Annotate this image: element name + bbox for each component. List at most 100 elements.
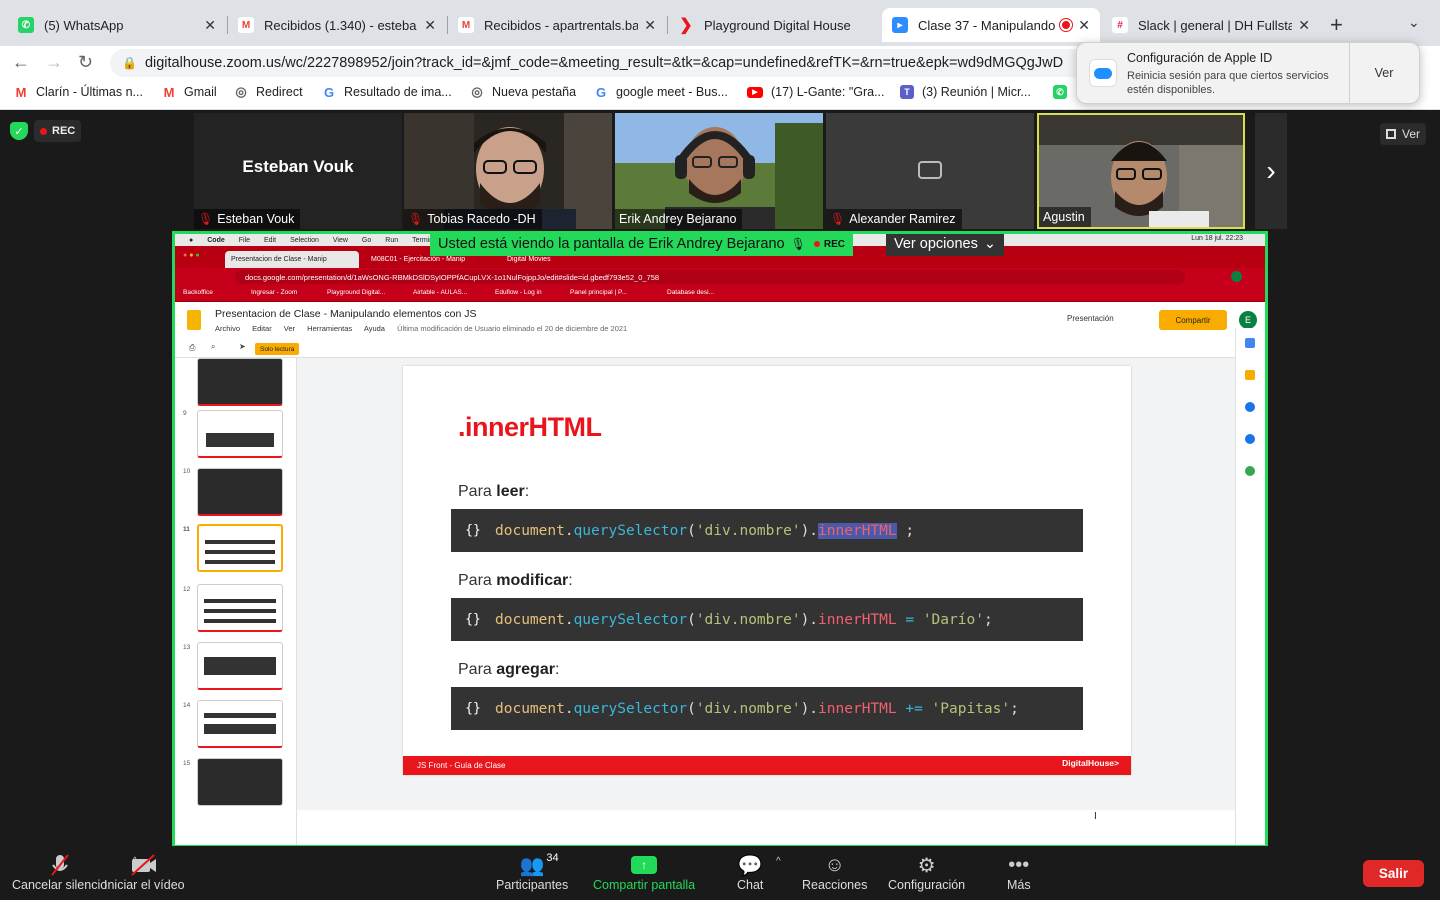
inner-bookmark: Panel principal | P...	[570, 289, 627, 296]
unmute-button[interactable]: ^ Cancelar silencio	[12, 852, 137, 892]
mic-muted-icon: 🎙	[408, 212, 424, 226]
new-tab-icon[interactable]: +	[1330, 12, 1343, 38]
participant-name-label: 🎙 Tobias Racedo -DH	[404, 209, 542, 229]
video-tile-esteban[interactable]: Esteban Vouk 🎙 Esteban Vouk	[194, 113, 402, 229]
participant-name: Alexander Ramirez	[849, 212, 956, 226]
view-options-button[interactable]: Ver opciones ⌄	[886, 234, 1004, 256]
slide-thumbnail	[197, 584, 283, 632]
forward-icon[interactable]: →	[45, 52, 63, 73]
code-token: (	[687, 522, 696, 539]
notification-view-button[interactable]: Ver	[1349, 43, 1419, 103]
tab-gmail-2[interactable]: M Recibidos - apartrentals.ba ✕	[448, 8, 666, 42]
code-brace-icon: {}	[465, 523, 481, 538]
view-options-label: Ver opciones	[894, 236, 978, 252]
banner-rec-badge: REC	[813, 239, 845, 250]
bookmark-gmail[interactable]: M Gmail	[162, 85, 217, 100]
mac-menu-item: Code	[207, 236, 225, 244]
mac-clock: Lun 18 jul. 22:23	[1191, 235, 1243, 242]
bookmark-new-tab[interactable]: ◎ Nueva pestaña	[470, 84, 577, 99]
slides-toolbar: ⎙ ⌕ ➤ Solo lectura	[175, 340, 1235, 358]
security-shield-icon[interactable]: ✓	[10, 122, 28, 140]
tab-slack[interactable]: # Slack | general | DH Fullsta ✕	[1102, 8, 1320, 42]
back-icon[interactable]: ←	[12, 52, 30, 73]
gmail-icon: M	[15, 84, 27, 100]
slide-number: 9	[183, 410, 187, 417]
google-icon: G	[323, 84, 335, 100]
slides-header: Presentacion de Clase - Manipulando elem…	[175, 302, 1265, 340]
share-screen-button[interactable]: ↑ Compartir pantalla	[593, 852, 695, 892]
footer-label: JS Front - Guía de Clase	[417, 761, 506, 770]
slide-thumbnail	[197, 358, 283, 406]
view-label: Ver	[1402, 127, 1421, 141]
slide-number: 10	[183, 468, 191, 475]
close-icon[interactable]: ✕	[424, 17, 436, 34]
tab-gmail-1[interactable]: M Recibidos (1.340) - esteba ✕	[228, 8, 446, 42]
leave-button[interactable]: Salir	[1363, 860, 1424, 887]
tab-playground[interactable]: ❯ Playground Digital House	[668, 8, 880, 42]
slide-thumbnail	[197, 700, 283, 748]
more-button[interactable]: ••• Más	[1007, 852, 1031, 893]
code-token: ).	[800, 522, 819, 539]
slide-thumbnail-selected	[197, 524, 283, 572]
start-video-button[interactable]: Iniciar el vídeo	[104, 852, 185, 892]
video-tile-tobias[interactable]: 🎙 Tobias Racedo -DH	[404, 113, 612, 229]
slide-thumbnail	[197, 758, 283, 806]
bookmark-teams[interactable]: T (3) Reunión | Micr...	[900, 85, 1031, 99]
close-icon[interactable]: ✕	[1078, 17, 1090, 34]
zoom-icon: ▸	[892, 17, 908, 33]
caret-up-icon[interactable]: ^	[776, 856, 781, 867]
settings-button[interactable]: ⚙ Configuración	[888, 852, 965, 893]
slide-heading: .innerHTML	[458, 412, 602, 442]
rec-badge[interactable]: REC	[34, 120, 82, 142]
chat-icon: 💬 ^	[737, 854, 781, 877]
close-icon[interactable]: ✕	[644, 17, 656, 34]
bookmark-youtube[interactable]: ▶ (17) L-Gante: "Gra...	[747, 85, 885, 99]
code-token: querySelector	[573, 700, 688, 717]
apple-id-notification[interactable]: Configuración de Apple ID Reinicia sesió…	[1076, 42, 1420, 104]
youtube-icon: ▶	[747, 86, 763, 98]
mac-menu-item: Run	[385, 236, 399, 244]
camera-off-icon	[918, 161, 942, 179]
view-button[interactable]: Ver	[1380, 123, 1427, 145]
bookmark-label: Nueva pestaña	[492, 85, 577, 99]
video-tile-agustin[interactable]: Agustin	[1037, 113, 1245, 229]
label-read: Para leer:	[458, 483, 529, 501]
mac-menu-item: Go	[361, 236, 372, 244]
url-field[interactable]: 🔒 digitalhouse.zoom.us/wc/2227898952/joi…	[110, 49, 1110, 77]
doc-menu-item: Herramientas	[307, 324, 353, 333]
bookmark-label: (17) L-Gante: "Gra...	[771, 85, 885, 99]
doc-menu-item: Ver	[283, 324, 296, 333]
tab-whatsapp[interactable]: ✆ (5) WhatsApp ✕	[8, 8, 226, 42]
chat-button[interactable]: 💬 ^ Chat	[737, 852, 781, 893]
bookmark-redirect[interactable]: ◎ Redirect	[234, 84, 302, 99]
bookmark-whatsapp[interactable]: ✆	[1053, 85, 1075, 99]
participants-button[interactable]: 👥 34 Participantes	[496, 852, 568, 892]
video-tile-erik[interactable]: Erik Andrey Bejarano	[615, 113, 823, 229]
label-colon: :	[568, 572, 573, 589]
close-icon[interactable]: ✕	[1298, 17, 1310, 34]
recording-icon	[1060, 19, 1073, 31]
chevron-down-icon[interactable]: ⌄	[1408, 14, 1420, 31]
close-icon[interactable]: ✕	[204, 17, 216, 34]
video-tile-alexander[interactable]: 🎙 Alexander Ramirez	[826, 113, 1034, 229]
whatsapp-icon: ✆	[1053, 85, 1067, 99]
bookmark-label: Clarín - Últimas n...	[36, 85, 143, 99]
code-token: querySelector	[573, 611, 688, 628]
bookmark-label: Gmail	[184, 85, 217, 99]
url-path: /wc/2227898952/join?track_id=&jmf_code=&…	[281, 55, 1064, 71]
inner-tab-slides: Presentacion de Clase - Manip	[225, 251, 359, 268]
inner-tab-title: Presentacion de Clase - Manip	[231, 256, 327, 263]
inner-bookmark: Backoffice	[183, 289, 213, 296]
bookmark-google-images[interactable]: G Resultado de ima...	[322, 84, 452, 100]
dh-icon: ❯	[679, 17, 693, 34]
tab-zoom-active[interactable]: ▸ Clase 37 - Manipulando ✕	[882, 8, 1100, 42]
tab-title: Clase 37 - Manipulando	[918, 17, 1056, 33]
bookmark-clarin[interactable]: M Clarín - Últimas n...	[14, 84, 143, 100]
bookmark-google-meet[interactable]: Ggoogle meet - Bus...	[594, 85, 728, 100]
slide-thumbnail	[197, 468, 283, 516]
reload-icon[interactable]: ↻	[78, 52, 93, 73]
chevron-right-icon[interactable]: ›	[1255, 113, 1287, 229]
label-prefix: Para	[458, 572, 497, 589]
reactions-button[interactable]: ☺ Reacciones	[802, 852, 867, 893]
participant-name-label: 🎙 Esteban Vouk	[194, 209, 301, 229]
